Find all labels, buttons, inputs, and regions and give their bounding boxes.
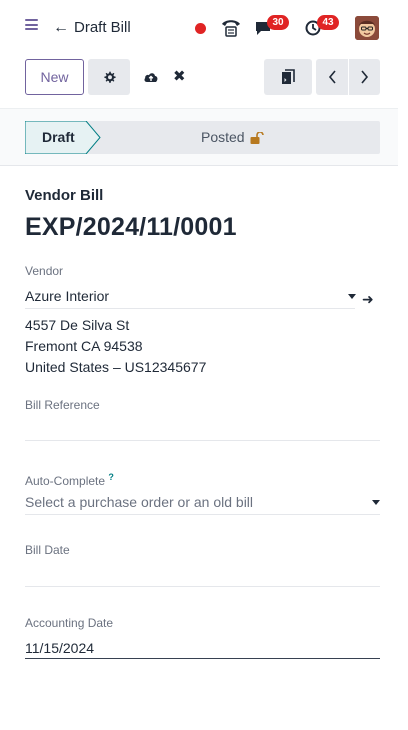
auto-complete-label-text: Auto-Complete <box>25 474 106 488</box>
top-navbar: ← Draft Bill 30 43 <box>0 0 408 56</box>
actions-gear-button[interactable] <box>88 59 130 95</box>
auto-complete-underline <box>25 514 380 515</box>
attachment-icon <box>282 69 295 84</box>
accounting-date-label: Accounting Date <box>25 616 114 630</box>
phone-icon[interactable] <box>220 18 242 38</box>
gear-icon <box>103 71 116 83</box>
accounting-date-underline <box>25 658 380 659</box>
attachment-button[interactable] <box>264 59 312 95</box>
auto-complete-label: Auto-Complete ? <box>25 470 114 489</box>
accounting-date-field[interactable]: 11/15/2024 <box>25 640 94 657</box>
status-draft-label: Draft <box>42 129 75 145</box>
status-posted-label: Posted <box>201 129 245 145</box>
menu-icon[interactable] <box>25 19 38 30</box>
vendor-field-underline <box>25 308 355 309</box>
lock-icon <box>250 131 264 144</box>
help-tooltip-icon[interactable]: ? <box>108 472 114 482</box>
messages-count-badge: 30 <box>267 15 289 30</box>
document-name[interactable]: EXP/2024/11/0001 <box>25 212 237 242</box>
bill-date-label: Bill Date <box>25 543 70 557</box>
previous-record-button[interactable] <box>316 59 348 95</box>
status-posted[interactable]: Posted <box>201 129 264 146</box>
vendor-label: Vendor <box>25 264 64 278</box>
new-button[interactable]: New <box>25 59 84 95</box>
avatar[interactable] <box>355 16 379 40</box>
bill-date-field[interactable] <box>25 563 380 583</box>
caret-down-icon[interactable] <box>348 294 356 299</box>
menu-button[interactable] <box>25 19 38 30</box>
vendor-address-line2: Fremont CA 94538 <box>25 338 143 354</box>
cloud-upload-icon[interactable] <box>143 70 159 84</box>
external-link-arrow-icon[interactable]: ➜ <box>362 291 374 307</box>
bill-reference-field[interactable] <box>25 418 380 438</box>
vendor-address-line1: 4557 De Silva St <box>25 317 130 333</box>
breadcrumb-title[interactable]: Draft Bill <box>74 19 131 37</box>
statusbar: Draft Posted <box>25 121 380 154</box>
chevron-right-icon <box>361 70 369 84</box>
back-arrow-icon[interactable]: ← <box>53 18 69 38</box>
vendor-address-line3: United States – US12345677 <box>25 359 207 375</box>
next-record-button[interactable] <box>349 59 380 95</box>
statusbar-area: Draft Posted <box>0 108 398 166</box>
auto-complete-field[interactable]: Select a purchase order or an old bill <box>25 494 253 511</box>
bill-reference-underline <box>25 440 380 441</box>
status-draft[interactable]: Draft <box>25 121 101 154</box>
bill-date-underline <box>25 586 380 587</box>
document-type-heading: Vendor Bill <box>25 187 104 204</box>
chevron-left-icon <box>328 70 336 84</box>
activities-count-badge: 43 <box>317 15 339 30</box>
bill-reference-label: Bill Reference <box>25 398 100 412</box>
recording-dot-icon[interactable] <box>195 23 206 34</box>
discard-icon[interactable]: ✖ <box>173 69 186 85</box>
caret-down-icon[interactable] <box>372 500 380 505</box>
vendor-field[interactable]: Azure Interior <box>25 288 109 305</box>
